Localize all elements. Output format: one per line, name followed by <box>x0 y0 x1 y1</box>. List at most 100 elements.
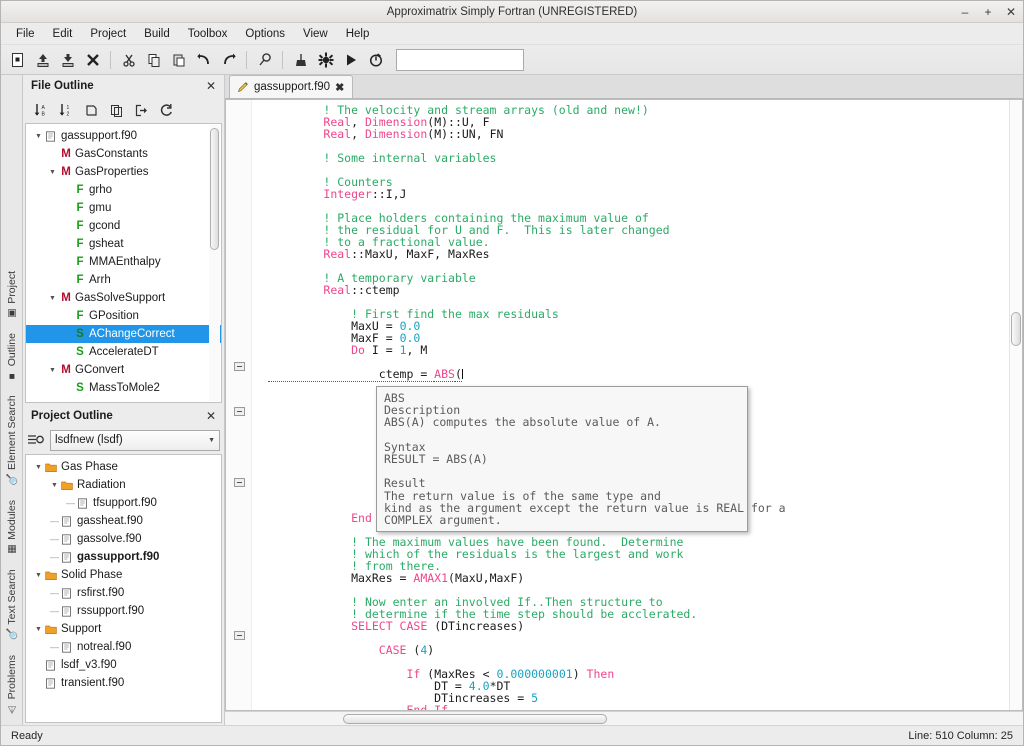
project-outline-item[interactable]: —gassheat.f90 <box>26 512 221 530</box>
project-outline-item[interactable]: —gassupport.f90 <box>26 548 221 566</box>
project-outline-item[interactable]: lsdf_v3.f90 <box>26 656 221 674</box>
editor-tab-close-icon[interactable]: ✖ <box>335 81 344 94</box>
fold-marker[interactable] <box>234 362 245 371</box>
rail-tab-problems[interactable]: ⚠ Problems <box>3 648 21 721</box>
rail-tab-modules[interactable]: ▦ Modules <box>3 493 21 562</box>
file-outline-item[interactable]: FGPosition <box>26 307 221 325</box>
folder-icon <box>45 570 59 581</box>
rail-tab-project[interactable]: ▣ Project <box>3 264 21 326</box>
file-icon <box>45 131 59 142</box>
chevron-down-icon[interactable]: ▼ <box>32 464 45 471</box>
file-outline-item[interactable]: SAChangeCorrect <box>26 325 221 343</box>
rail-tab-element-search[interactable]: 🔍 Element Search <box>3 388 21 493</box>
menu-project[interactable]: Project <box>81 24 135 44</box>
menu-toolbox[interactable]: Toolbox <box>179 24 237 44</box>
file-outline-scrollbar-thumb[interactable] <box>210 128 219 250</box>
sort-order-icon[interactable]: 12 <box>54 100 78 120</box>
editor-gutter[interactable] <box>226 100 252 710</box>
close-button[interactable]: ✕ <box>1005 1 1017 23</box>
menu-edit[interactable]: Edit <box>44 24 82 44</box>
editor-horizontal-scrollbar[interactable] <box>225 711 1023 725</box>
file-outline-item[interactable]: SMassToMole2 <box>26 379 221 397</box>
file-outline-item[interactable]: Fgcond <box>26 217 221 235</box>
debug-icon[interactable] <box>363 48 388 72</box>
rail-tab-outline[interactable]: ■ Outline <box>3 326 21 388</box>
project-outline-item[interactable]: —gassolve.f90 <box>26 530 221 548</box>
project-outline-item-label: Radiation <box>75 479 126 491</box>
project-outline-tree[interactable]: ▼Gas Phase▼Radiation—tfsupport.f90—gassh… <box>25 454 222 723</box>
code-editor[interactable]: ! The velocity and stream arrays (old an… <box>225 99 1023 711</box>
file-outline-tree[interactable]: ▼gassupport.f90MGasConstants▼MGasPropert… <box>25 123 222 403</box>
project-outline-item[interactable]: —notreal.f90 <box>26 638 221 656</box>
file-outline-item[interactable]: Fgrho <box>26 181 221 199</box>
menu-options[interactable]: Options <box>236 24 294 44</box>
project-outline-item[interactable]: transient.f90 <box>26 674 221 692</box>
save-file-icon[interactable] <box>55 48 80 72</box>
file-outline-item[interactable]: ▼MGConvert <box>26 361 221 379</box>
search-input[interactable] <box>405 53 551 67</box>
chevron-down-icon[interactable]: ▼ <box>46 295 59 302</box>
fold-marker[interactable] <box>234 478 245 487</box>
chevron-down-icon[interactable]: ▼ <box>46 367 59 374</box>
project-outline-item[interactable]: ▼Gas Phase <box>26 458 221 476</box>
file-outline-item[interactable]: MGasConstants <box>26 145 221 163</box>
chevron-down-icon[interactable]: ▼ <box>48 482 61 489</box>
tree-branch-line: — <box>48 588 61 598</box>
refresh-icon[interactable] <box>154 100 178 120</box>
sort-alpha-icon[interactable]: AB <box>29 100 53 120</box>
close-file-icon[interactable] <box>80 48 105 72</box>
chevron-down-icon[interactable]: ▼ <box>46 169 59 176</box>
menu-view[interactable]: View <box>294 24 337 44</box>
new-file-icon[interactable] <box>5 48 30 72</box>
project-outline-item[interactable]: —rssupport.f90 <box>26 602 221 620</box>
maximize-button[interactable]: + <box>982 1 994 23</box>
project-outline-item[interactable]: ▼ Radiation <box>26 476 221 494</box>
file-outline-scrollbar[interactable] <box>209 125 220 401</box>
rail-tab-text-search[interactable]: 🔍 Text Search <box>3 562 21 648</box>
project-outline-close-icon[interactable]: ✕ <box>204 409 218 423</box>
chevron-down-icon[interactable]: ▼ <box>32 133 45 140</box>
open-file-icon[interactable] <box>30 48 55 72</box>
project-outline-item[interactable]: ▼Support <box>26 620 221 638</box>
menu-build[interactable]: Build <box>135 24 179 44</box>
file-outline-item[interactable]: FArrh <box>26 271 221 289</box>
chevron-down-icon[interactable]: ▼ <box>32 626 45 633</box>
copy-icon[interactable] <box>141 48 166 72</box>
find-icon[interactable] <box>252 48 277 72</box>
file-outline-item[interactable]: Fgsheat <box>26 235 221 253</box>
editor-vertical-scrollbar-thumb[interactable] <box>1011 312 1021 346</box>
search-box[interactable] <box>396 49 524 71</box>
redo-icon[interactable] <box>216 48 241 72</box>
file-outline-item[interactable]: ▼MGasSolveSupport <box>26 289 221 307</box>
run-icon[interactable] <box>338 48 363 72</box>
undo-icon[interactable] <box>191 48 216 72</box>
menu-file[interactable]: File <box>7 24 44 44</box>
chevron-down-icon[interactable]: ▼ <box>32 572 45 579</box>
editor-horizontal-scrollbar-thumb[interactable] <box>343 714 607 724</box>
file-outline-item[interactable]: ▼gassupport.f90 <box>26 127 221 145</box>
project-outline-item[interactable]: —rsfirst.f90 <box>26 584 221 602</box>
goto-icon[interactable] <box>129 100 153 120</box>
collapse-all-icon[interactable] <box>79 100 103 120</box>
cut-icon[interactable] <box>116 48 141 72</box>
expand-all-icon[interactable] <box>104 100 128 120</box>
project-outline-item[interactable]: —tfsupport.f90 <box>26 494 221 512</box>
minimize-button[interactable]: – <box>959 1 971 23</box>
project-select-combo[interactable]: lsdfnew (lsdf) ▼ <box>50 430 220 451</box>
fold-marker[interactable] <box>234 631 245 640</box>
project-outline-item[interactable]: ▼Solid Phase <box>26 566 221 584</box>
fold-marker[interactable] <box>234 407 245 416</box>
file-outline-item[interactable]: FMMAEnthalpy <box>26 253 221 271</box>
chevron-down-icon[interactable]: ▼ <box>208 437 215 444</box>
file-outline-item[interactable]: SAccelerateDT <box>26 343 221 361</box>
build-icon[interactable] <box>313 48 338 72</box>
paste-icon[interactable] <box>166 48 191 72</box>
file-outline-item[interactable]: Fgmu <box>26 199 221 217</box>
editor-tab-gassupport[interactable]: gassupport.f90 ✖ <box>229 75 353 98</box>
file-outline-item[interactable]: ▼MGasProperties <box>26 163 221 181</box>
menu-help[interactable]: Help <box>337 24 379 44</box>
function-marker-icon: F <box>73 202 87 214</box>
clean-icon[interactable] <box>288 48 313 72</box>
editor-vertical-scrollbar[interactable] <box>1009 100 1022 710</box>
file-outline-close-icon[interactable]: ✕ <box>204 79 218 93</box>
